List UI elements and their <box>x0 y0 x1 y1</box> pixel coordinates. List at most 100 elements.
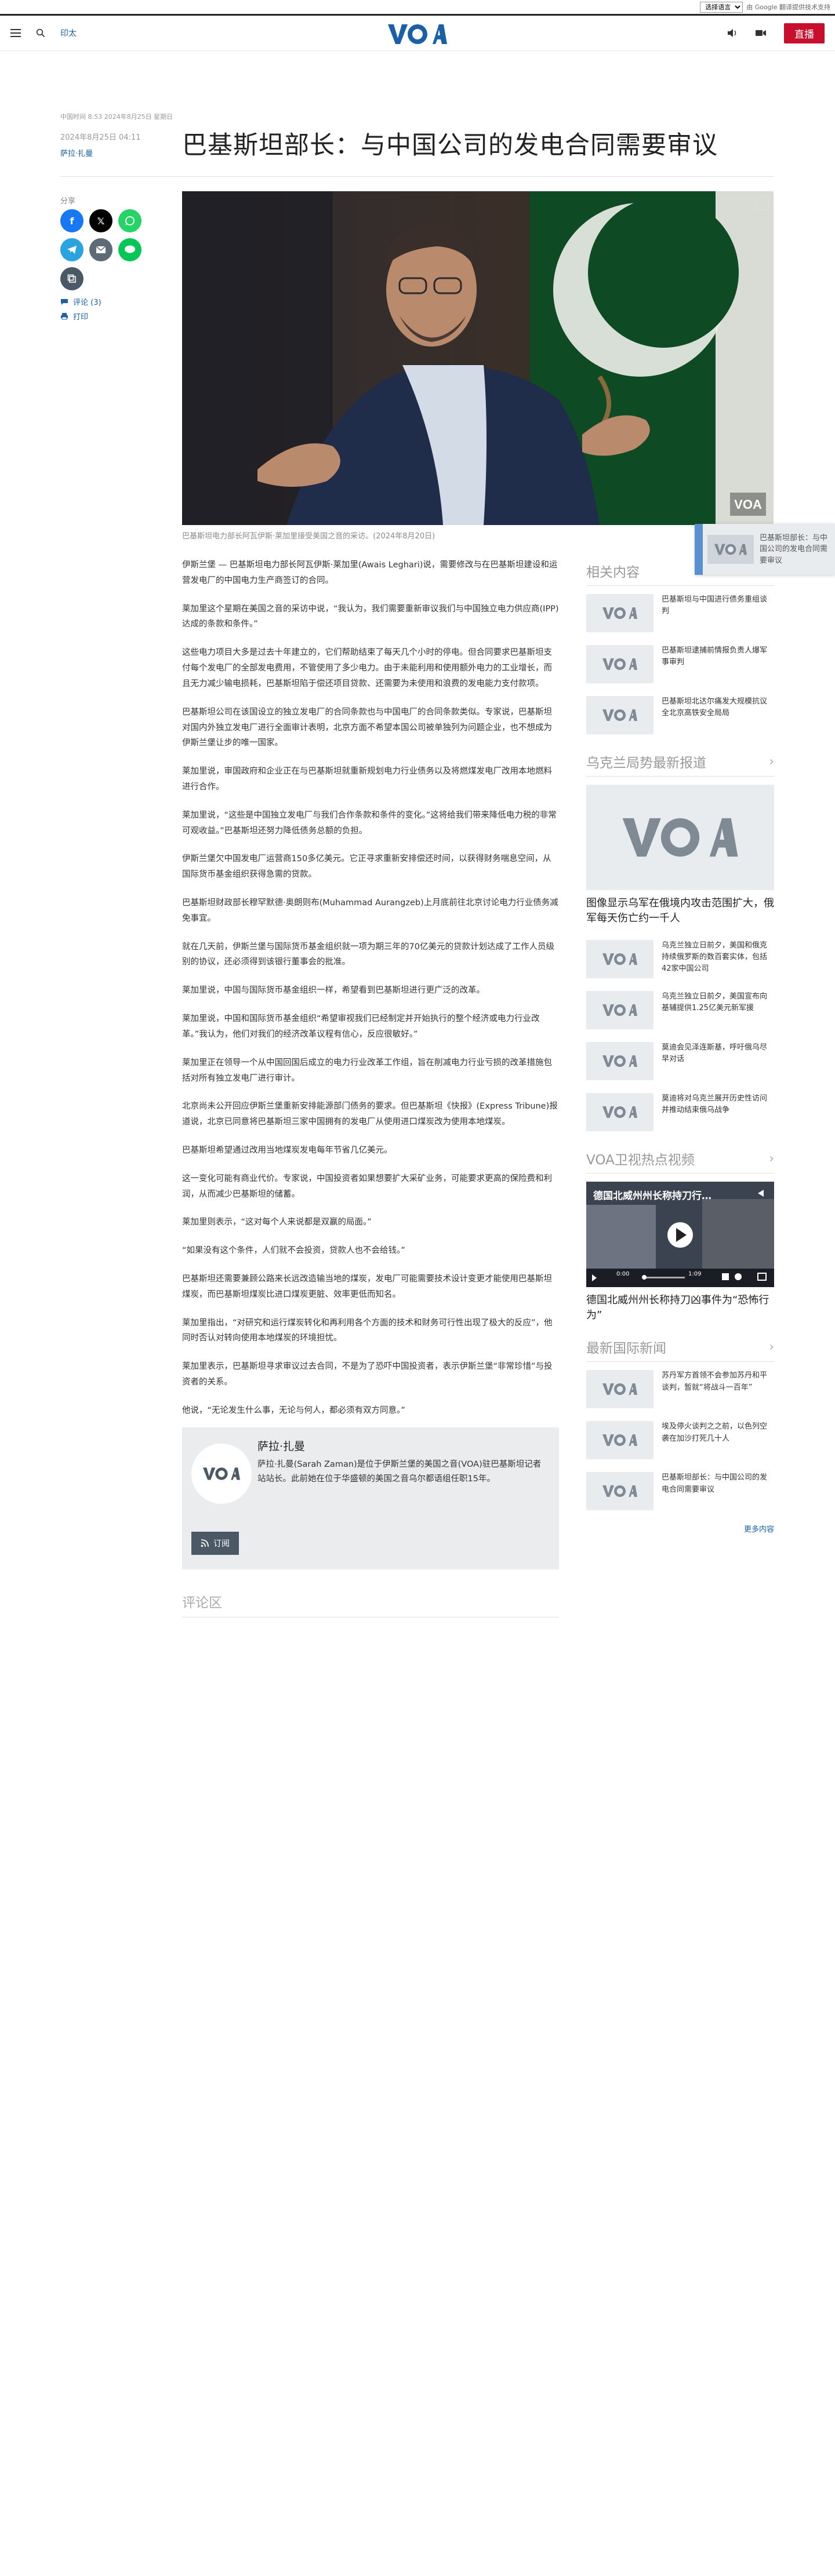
comments-section-title: 评论区 <box>182 1591 559 1617</box>
video-caption[interactable]: 德国北威州州长称持刀凶事件为“恐怖行为” <box>586 1293 774 1323</box>
voa-logo-icon <box>388 24 447 44</box>
news-item[interactable]: 巴基斯坦部长：与中国公司的发电合同需要审议 <box>586 1472 774 1511</box>
more-link[interactable]: 更多内容 <box>586 1523 774 1534</box>
video-player[interactable]: 德国北威州州长称持刀行… 0:00 1:09 <box>586 1182 774 1288</box>
video-overlay-title: 德国北威州州长称持刀行… <box>593 1190 711 1203</box>
ukraine-item[interactable]: 莫迪会见泽连斯基，呼吁俄乌尽早对话 <box>586 1042 774 1081</box>
feature-title[interactable]: 图像显示乌军在俄境内攻击范围扩大，俄军每天伤亡约一千人 <box>586 896 774 926</box>
article-paragraph: 北京尚未公开回应伊斯兰堡重新安排能源部门债务的要求。但巴基斯坦《快报》(Expr… <box>182 1102 558 1127</box>
rss-icon <box>201 1539 209 1547</box>
whatsapp-share-button[interactable] <box>118 209 141 232</box>
sidebar: 相关内容 巴基斯坦与中国进行债务重组谈判 巴基斯坦逮捕前情报负责人爆军事审判 巴… <box>586 561 774 1534</box>
article-paragraph: 伊斯兰堡 — 巴基斯坦电力部长阿瓦伊斯·莱加里(Awais Leghari)说，… <box>182 560 558 585</box>
hero-caption: 巴基斯坦电力部长阿瓦伊斯·莱加里接受美国之音的采访。(2024年8月20日) <box>182 532 435 541</box>
email-icon <box>96 246 106 253</box>
article-paragraph: 莱加里正在领导一个从中国回国后成立的电力行业改革工作组，旨在削减电力行业亏损的改… <box>182 1058 552 1083</box>
mini-player-title: 巴基斯坦部长：与中国公司的发电合同需要审议 <box>760 533 828 565</box>
article-paragraph: 这些电力项目大多是过去十年建立的，它们帮助结束了每天几个小时的停电。但合同要求巴… <box>182 648 552 688</box>
line-share-button[interactable] <box>118 238 141 261</box>
live-button[interactable]: 直播 <box>784 23 825 43</box>
ukraine-item[interactable]: 莫迪将对乌克兰展开历史性访问 并推动结束俄乌战争 <box>586 1093 774 1132</box>
feature-thumbnail[interactable] <box>586 785 774 890</box>
article-paragraph: 莱加里说，中国和国际货币基金组织“希望审视我们已经制定并开始执行的整个经济或电力… <box>182 1014 540 1039</box>
article-paragraph: 莱加里说，中国与国际货币基金组织一样，希望看到巴基斯坦进行更广泛的改革。 <box>182 986 485 996</box>
whatsapp-icon <box>125 216 135 225</box>
share-block: 分享 f 𝕏 评论 (3) 打印 <box>60 195 165 322</box>
article-paragraph: 莱加里指出，“对研究和运行煤炭转化和再利用各个方面的技术和财务可行性出现了极大的… <box>182 1318 553 1343</box>
comments-link[interactable]: 评论 (3) <box>60 296 165 307</box>
article-paragraph: 就在几天前，伊斯兰堡与国际货币基金组织就一项为期三年的70亿美元的贷款计划达成了… <box>182 942 554 967</box>
video-time: 0:00 <box>616 1271 630 1278</box>
print-label: 打印 <box>73 313 89 322</box>
article-paragraph: 莱加里则表示，“这对每个人来说都是双赢的局面。” <box>182 1218 372 1227</box>
voa-logo[interactable] <box>388 23 447 48</box>
x-share-button[interactable]: 𝕏 <box>89 209 112 232</box>
subscribe-label: 订阅 <box>213 1539 230 1548</box>
publish-date: 2024年8月25日 04:11 <box>60 133 141 142</box>
floating-mini-player[interactable]: 巴基斯坦部长：与中国公司的发电合同需要审议 <box>695 524 835 575</box>
thumbnail-placeholder <box>586 1421 654 1460</box>
thumbnail-placeholder <box>586 1472 654 1511</box>
comment-icon <box>61 298 68 305</box>
telegram-icon <box>67 246 77 254</box>
copy-link-button[interactable] <box>60 267 84 290</box>
copy-icon <box>67 274 76 283</box>
interview-photo: VOA <box>182 191 774 525</box>
video-duration: 1:09 <box>688 1271 702 1278</box>
telegram-share-button[interactable] <box>60 238 84 261</box>
author-avatar <box>191 1444 252 1504</box>
thumbnail-placeholder <box>586 991 654 1030</box>
related-item[interactable]: 巴基斯坦逮捕前情报负责人爆军事审判 <box>586 645 774 683</box>
article-meta: 中国时间 8:53 2024年8月25日 星期日 2024年8月25日 04:1… <box>60 113 173 160</box>
video-icon[interactable] <box>755 29 767 37</box>
article-paragraph: “如果没有这个条件，人们就不会投资，贷款人也不会给钱。” <box>182 1246 405 1256</box>
thumbnail-placeholder <box>586 696 654 734</box>
thumbnail-placeholder <box>586 1370 654 1409</box>
thumbnail-placeholder <box>586 645 654 683</box>
article-body: 伊斯兰堡 — 巴基斯坦电力部长阿瓦伊斯·莱加里(Awais Leghari)说，… <box>182 558 559 1431</box>
mini-player-thumbnail <box>707 535 754 564</box>
author-bio: 萨拉·扎曼(Sarah Zaman)是位于伊斯兰堡的美国之音(VOA)驻巴基斯坦… <box>257 1460 542 1484</box>
audio-icon[interactable] <box>727 28 738 38</box>
language-select[interactable]: 选择语言 <box>700 1 743 13</box>
thumbnail-placeholder <box>586 594 654 632</box>
divider <box>60 176 774 177</box>
line-icon <box>125 245 135 253</box>
news-item[interactable]: 埃及停火谈判之之前，以色列空袭在加沙打死几十人 <box>586 1421 774 1460</box>
region-link[interactable]: 印太 <box>60 27 77 39</box>
timezone-line: 中国时间 8:53 2024年8月25日 星期日 <box>60 113 173 121</box>
search-icon[interactable] <box>36 28 45 38</box>
email-share-button[interactable] <box>89 238 112 261</box>
menu-icon[interactable] <box>10 29 21 37</box>
svg-text:VOA: VOA <box>734 497 762 512</box>
chevron-right-icon: › <box>769 754 774 769</box>
article-paragraph: 他说，“无论发生什么事，无论与何人，都必须有双方同意。” <box>182 1405 405 1415</box>
author-link[interactable]: 萨拉·扎曼 <box>60 148 165 160</box>
article-paragraph: 莱加里说，审国政府和企业正在与巴基斯坦就重新规划电力行业债务以及将燃煤发电厂改用… <box>182 767 552 792</box>
print-link[interactable]: 打印 <box>60 311 165 322</box>
thumbnail-placeholder <box>586 1042 654 1081</box>
related-item[interactable]: 巴基斯坦北达尔痛发大规模抗议全北京高铁安全局局 <box>586 696 774 734</box>
author-name: 萨拉·扎曼 <box>257 1440 306 1453</box>
hero-image: VOA <box>182 191 774 525</box>
article-paragraph: 巴基斯坦还需要兼顾公路来长远改造输当地的煤炭，发电厂可能需要技术设计变更才能使用… <box>182 1274 552 1299</box>
voa-logo-icon <box>622 818 738 857</box>
printer-icon <box>61 313 68 320</box>
article-paragraph: 巴基斯坦财政部长穆罕默德·奥朗则布(Muhammad Aurangzeb)上月底… <box>182 898 558 923</box>
site-header: 印太 直播 <box>0 14 835 51</box>
article-paragraph: 巴基斯坦希望通过改用当地煤炭发电每年节省几亿美元。 <box>182 1145 393 1155</box>
ukraine-item[interactable]: 乌克兰独立日前夕，美国和俄克持续俄罗斯的数百套实体，包括42家中国公司 <box>586 940 774 979</box>
related-item[interactable]: 巴基斯坦与中国进行债务重组谈判 <box>586 594 774 632</box>
news-item[interactable]: 苏丹军方首领不会参加苏丹和平谈判，暂就“将战斗一百年” <box>586 1370 774 1409</box>
facebook-share-button[interactable]: f <box>60 209 84 232</box>
article-paragraph: 莱加里说，“这些是中国独立发电厂与我们合作条款和条件的变化。”这将给我们带来降低… <box>182 810 557 836</box>
ukraine-item[interactable]: 乌克兰独立日前夕，美国宣布向基辅提供1.25亿美元新军援 <box>586 991 774 1030</box>
news-section-title[interactable]: 最新国际新闻 › <box>586 1337 774 1362</box>
article-paragraph: 莱加里表示，巴基斯坦寻求审议过去合同，不是为了恐吓中国投资者，表示伊斯兰堡“非常… <box>182 1362 553 1387</box>
ukraine-section-title[interactable]: 乌克兰局势最新报道 › <box>586 752 774 777</box>
video-section-title[interactable]: VOA卫视热点视频 › <box>586 1149 774 1174</box>
chevron-right-icon: › <box>769 1339 774 1354</box>
subscribe-button[interactable]: 订阅 <box>191 1532 239 1555</box>
voa-logo-icon <box>203 1467 240 1480</box>
comments-count-label: 评论 (3) <box>73 298 101 307</box>
